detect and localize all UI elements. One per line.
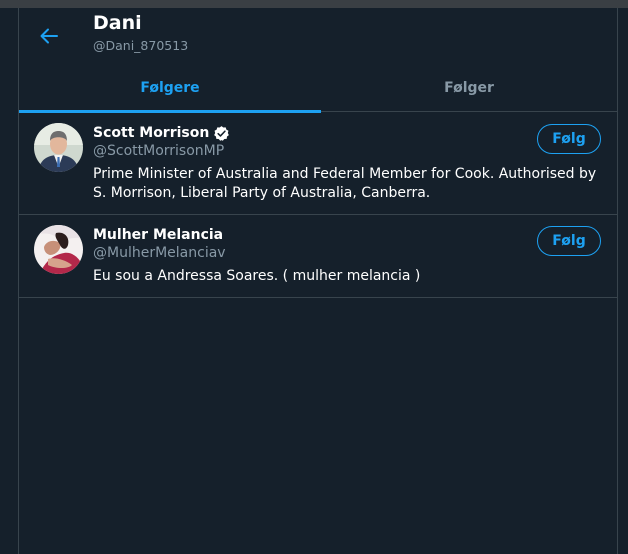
user-name[interactable]: Scott Morrison: [93, 125, 209, 141]
verified-badge-icon: [214, 125, 230, 141]
main-column: Dani @Dani_870513 Følgere Følger Scott M…: [18, 8, 618, 554]
page-header: Dani @Dani_870513: [19, 8, 617, 63]
tab-following-label: Følger: [444, 80, 494, 96]
follow-button[interactable]: Følg: [537, 124, 601, 154]
avatar[interactable]: [34, 123, 83, 172]
user-handle: @MulherMelanciav: [93, 245, 226, 261]
avatar[interactable]: [34, 225, 83, 274]
user-bio: Prime Minister of Australia and Federal …: [93, 166, 597, 201]
window-top-strip: [0, 0, 628, 8]
page-title: Dani: [93, 12, 142, 34]
user-list: Scott Morrison @ScottMorrisonMP Prime Mi…: [19, 113, 617, 298]
follow-button[interactable]: Følg: [537, 226, 601, 256]
user-name-line: Mulher Melancia: [93, 225, 223, 245]
user-name[interactable]: Mulher Melancia: [93, 227, 223, 243]
user-bio: Eu sou a Andressa Soares. ( mulher melan…: [93, 268, 421, 284]
list-item[interactable]: Scott Morrison @ScottMorrisonMP Prime Mi…: [19, 113, 617, 215]
user-handle: @ScottMorrisonMP: [93, 143, 225, 159]
tab-following[interactable]: Følger: [321, 64, 617, 112]
tab-bar: Følgere Følger: [19, 64, 617, 113]
tab-followers[interactable]: Følgere: [19, 64, 321, 113]
list-item[interactable]: Mulher Melancia @MulherMelanciav Eu sou …: [19, 215, 617, 298]
user-name-line: Scott Morrison: [93, 123, 230, 143]
tab-followers-label: Følgere: [140, 80, 200, 96]
back-arrow-icon[interactable]: [37, 24, 61, 48]
page-subtitle-handle: @Dani_870513: [93, 38, 189, 53]
